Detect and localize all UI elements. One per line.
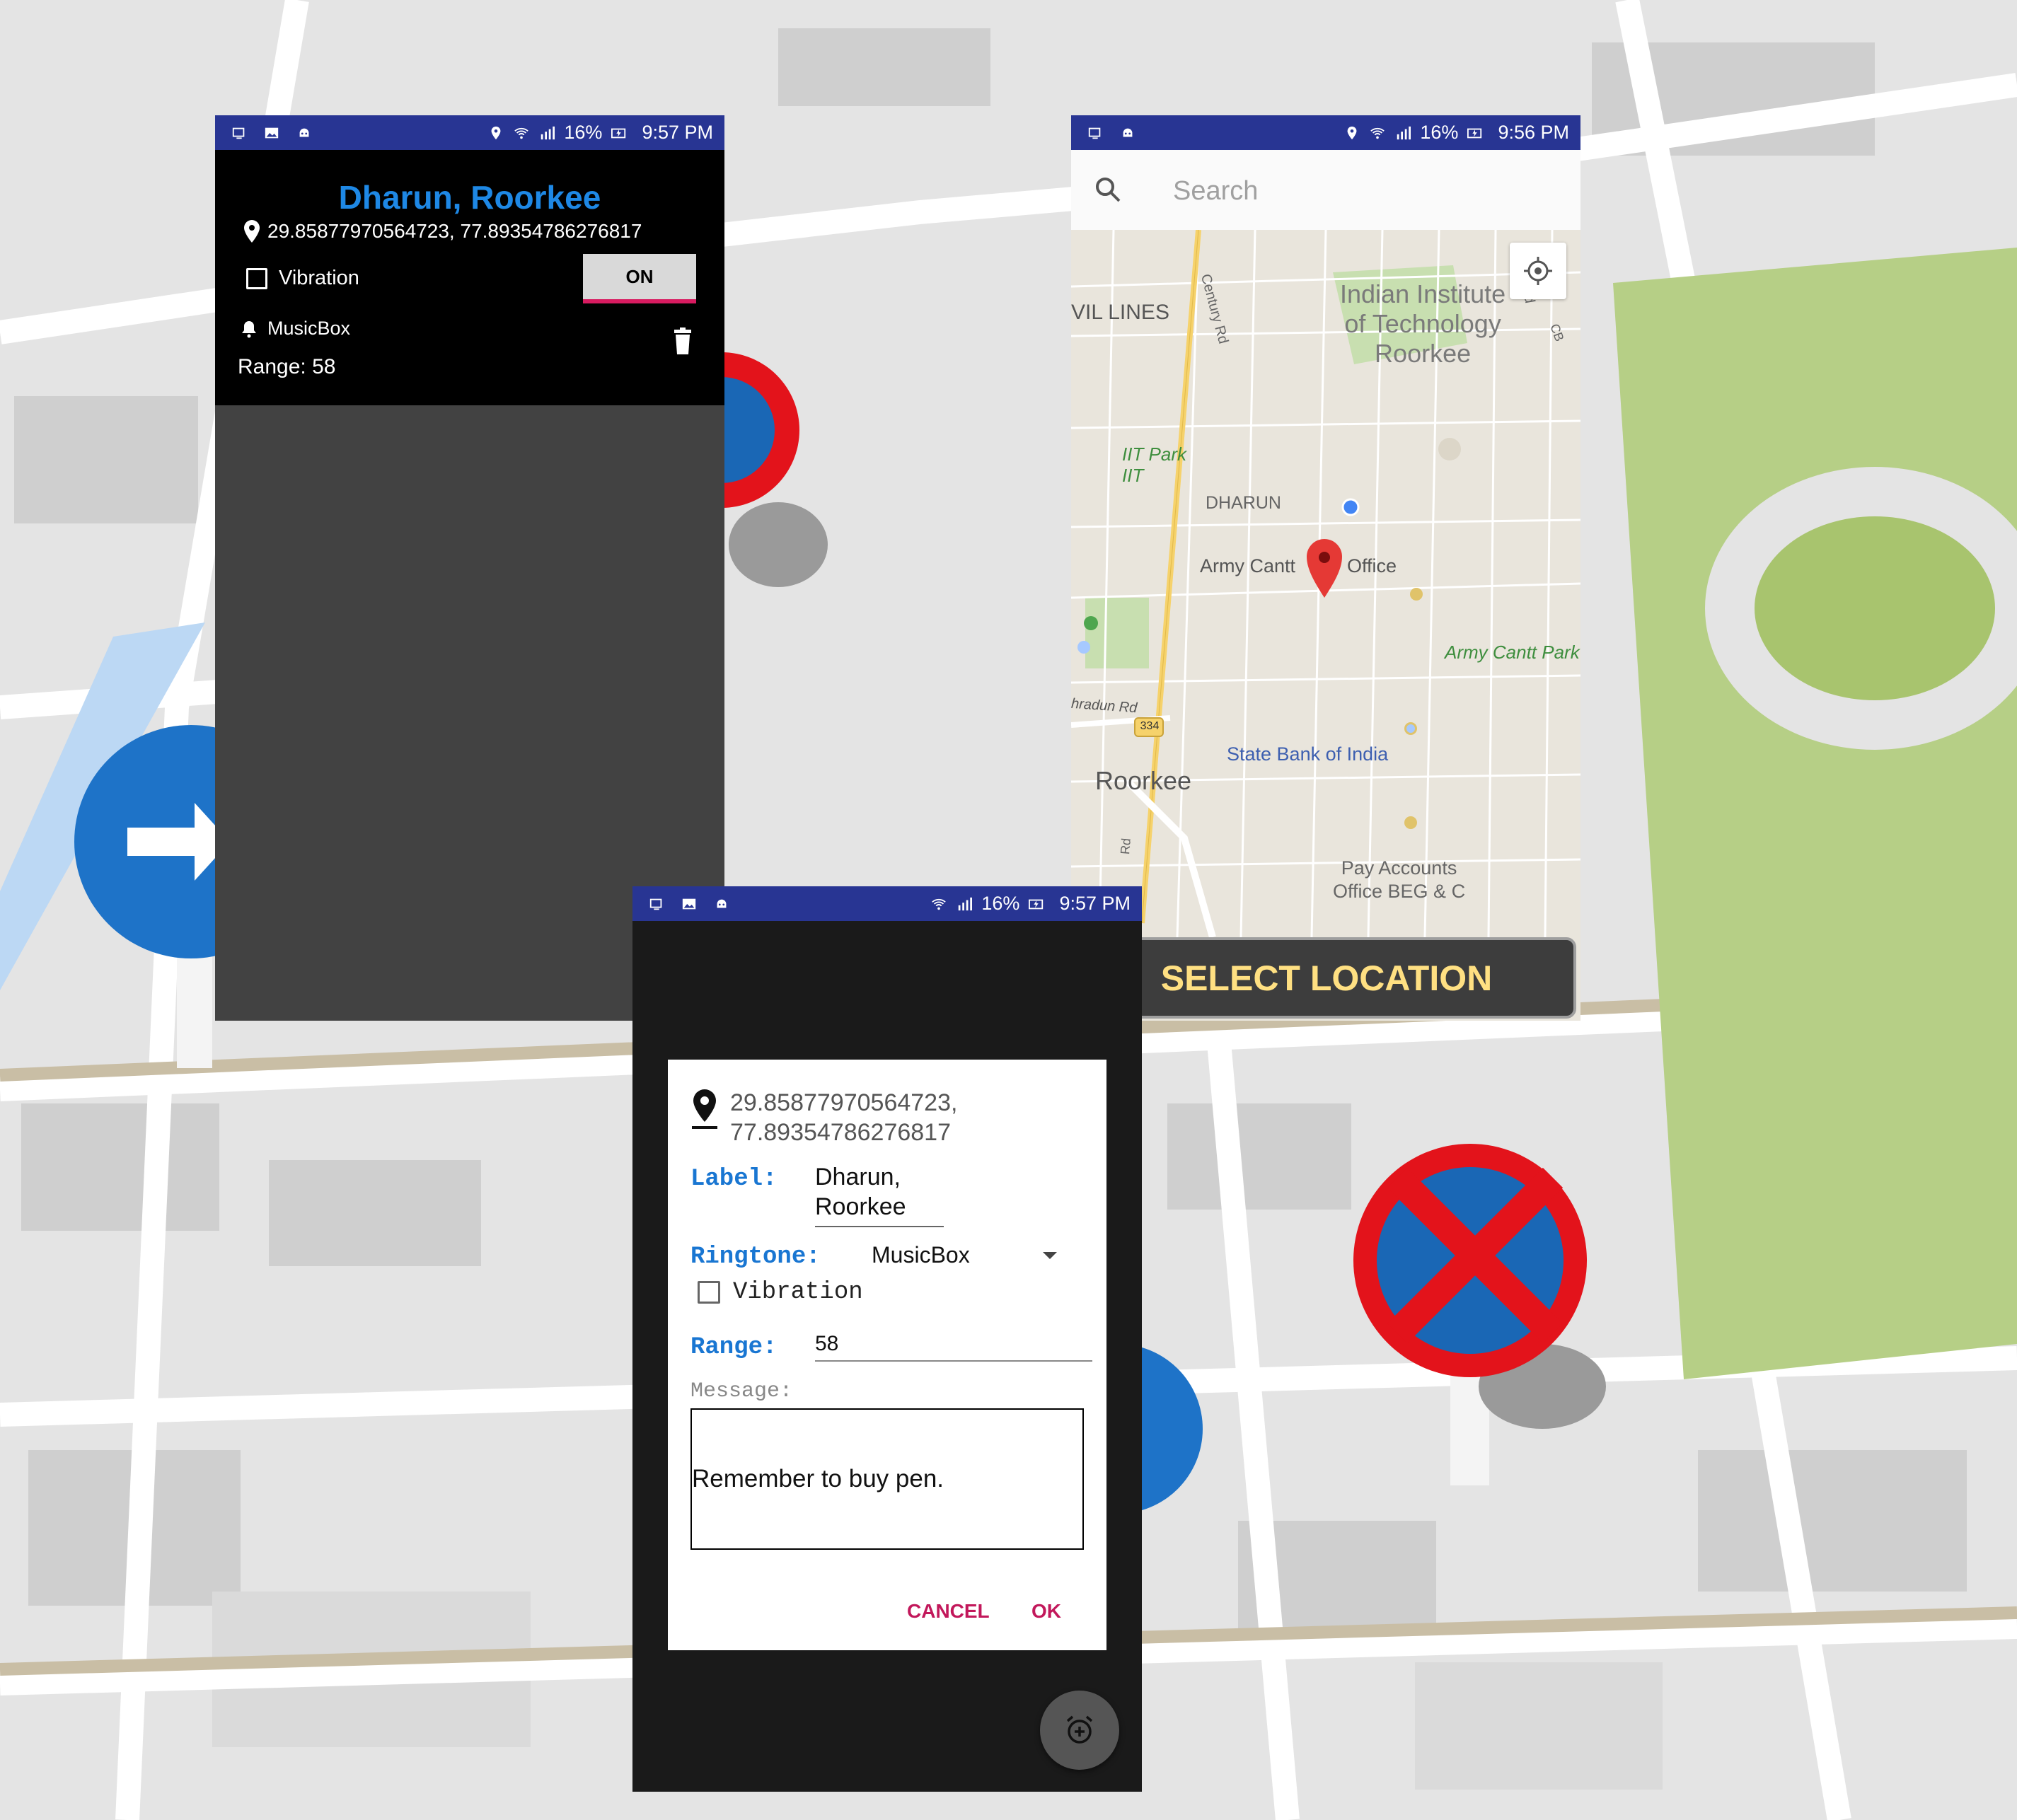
label-input-line2: Roorkee	[815, 1193, 906, 1220]
vibration-row[interactable]: Vibration	[698, 1279, 863, 1306]
location-pin-icon	[692, 1089, 717, 1129]
label-input[interactable]: Dharun, Roorkee	[815, 1162, 944, 1227]
map-label-route-334: 334	[1140, 720, 1160, 732]
map-label-iit-line2: of Technology	[1344, 309, 1501, 338]
vibration-label: Vibration	[279, 267, 359, 289]
signal-icon	[1394, 125, 1411, 141]
android-icon	[296, 125, 313, 141]
screenshot-icon	[648, 896, 665, 912]
reminder-title: Dharun, Roorkee	[338, 179, 601, 216]
signal-icon	[956, 896, 973, 912]
map-label-iit-park: IIT Park IIT	[1122, 444, 1186, 486]
status-bar: 16% 9:57 PM	[632, 886, 1142, 921]
android-icon	[1119, 125, 1136, 141]
clock: 9:57 PM	[1059, 893, 1131, 914]
wifi-icon	[513, 125, 530, 141]
signal-icon	[538, 125, 555, 141]
vibration-checkbox[interactable]	[698, 1281, 720, 1304]
battery-percent: 16%	[981, 893, 1020, 914]
location-icon	[1343, 125, 1360, 141]
map-label-iit-line1: Indian Institute	[1340, 279, 1506, 308]
map-label-rd: Rd	[1118, 837, 1133, 855]
vibration-label: Vibration	[733, 1279, 863, 1306]
reminder-dialog-screen: 16% 9:57 PM 29.85877970564723, 77.893547…	[632, 886, 1142, 1792]
reminder-list-screen: 16% 9:57 PM Dharun, Roorkee 29.858779705…	[215, 115, 724, 1021]
map-label-office: Office	[1347, 555, 1397, 576]
ringtone-name: MusicBox	[267, 318, 351, 339]
battery-charging-icon	[1028, 896, 1045, 912]
coordinates-text: 29.85877970564723, 77.89354786276817	[267, 220, 642, 242]
wifi-icon	[930, 896, 947, 912]
my-location-button[interactable]	[1510, 243, 1566, 299]
range-input[interactable]: 58	[815, 1332, 1092, 1362]
ringtone-row: MusicBox	[241, 318, 350, 340]
map-label-roorkee: Roorkee	[1095, 766, 1192, 795]
map-label-civil-lines: VIL LINES	[1071, 301, 1169, 324]
battery-charging-icon	[611, 125, 628, 141]
map-label-army-cantt: Army Cantt	[1200, 555, 1296, 576]
range-field-label: Range:	[690, 1334, 778, 1361]
map-label-iit-park-line2: IIT	[1122, 465, 1144, 486]
battery-percent: 16%	[564, 122, 603, 143]
dialog-coords-line1: 29.85877970564723,	[730, 1089, 958, 1116]
reminder-dialog: 29.85877970564723, 77.89354786276817 Lab…	[668, 1060, 1106, 1650]
ringtone-select[interactable]: MusicBox	[872, 1242, 970, 1268]
delete-icon[interactable]	[671, 327, 694, 355]
dialog-coords-line2: 77.89354786276817	[730, 1119, 951, 1146]
label-input-line1: Dharun,	[815, 1164, 901, 1190]
dropdown-arrow-icon[interactable]	[1043, 1252, 1057, 1259]
map-label-pay-accounts-line1: Pay Accounts	[1341, 857, 1457, 879]
wifi-icon	[1369, 125, 1386, 141]
map-label-dharun: DHARUN	[1206, 493, 1281, 513]
location-icon	[487, 125, 504, 141]
map-label-sbi: State Bank of India	[1227, 743, 1389, 765]
map-label-iit: Indian Institute of Technology Roorkee	[1340, 279, 1505, 369]
battery-charging-icon	[1467, 125, 1484, 141]
range-text: Range: 58	[238, 355, 336, 378]
location-pin-icon	[244, 220, 260, 243]
search-bar	[1071, 150, 1580, 231]
map-view[interactable]: Indian Institute of Technology Roorkee V…	[1071, 230, 1580, 937]
add-alarm-button[interactable]	[1040, 1691, 1119, 1770]
screenshot-icon	[1087, 125, 1104, 141]
status-bar: 16% 9:57 PM	[215, 115, 724, 150]
map-label-army-cantt-park: Army Cantt Park	[1445, 642, 1580, 663]
crosshair-icon	[1524, 257, 1552, 285]
ringtone-field-label: Ringtone:	[690, 1244, 821, 1270]
select-location-button[interactable]: SELECT LOCATION	[1077, 937, 1576, 1019]
message-field-label: Message:	[690, 1379, 793, 1403]
search-input[interactable]	[1172, 170, 1542, 212]
map-label-pay-accounts: Pay Accounts Office BEG & C	[1333, 857, 1465, 903]
screenshot-icon	[231, 125, 248, 141]
add-alarm-icon	[1066, 1715, 1093, 1744]
reminder-on-toggle[interactable]: ON	[583, 254, 696, 303]
gallery-icon	[263, 125, 280, 141]
reminder-card[interactable]: Dharun, Roorkee 29.85877970564723, 77.89…	[215, 150, 724, 405]
ok-button[interactable]: OK	[1031, 1600, 1061, 1623]
message-input[interactable]: Remember to buy pen.	[690, 1408, 1084, 1550]
bell-icon	[242, 320, 256, 337]
clock: 9:57 PM	[642, 122, 713, 143]
map-picker-screen: 16% 9:56 PM Search Indian Institute of T…	[1071, 115, 1580, 1021]
vibration-checkbox[interactable]	[246, 267, 267, 289]
battery-percent: 16%	[1420, 122, 1459, 143]
dialog-coordinates: 29.85877970564723, 77.89354786276817	[689, 1088, 957, 1147]
search-icon[interactable]	[1094, 175, 1122, 204]
gallery-icon	[681, 896, 698, 912]
status-bar: 16% 9:56 PM	[1071, 115, 1580, 150]
cancel-button[interactable]: CANCEL	[907, 1600, 990, 1623]
map-label-iit-park-line1: IIT Park	[1122, 444, 1187, 465]
label-field-label: Label:	[690, 1166, 778, 1193]
map-label-iit-line3: Roorkee	[1375, 339, 1472, 368]
reminder-coordinates: 29.85877970564723, 77.89354786276817	[243, 219, 642, 243]
clock: 9:56 PM	[1498, 122, 1569, 143]
android-icon	[713, 896, 730, 912]
map-label-pay-accounts-line2: Office BEG & C	[1333, 881, 1466, 902]
vibration-toggle-row[interactable]: Vibration	[246, 267, 359, 290]
